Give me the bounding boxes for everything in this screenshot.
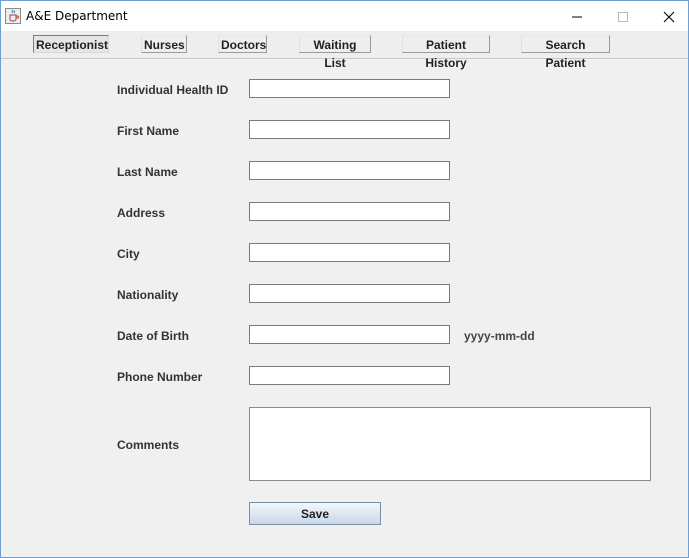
city-field[interactable] xyxy=(249,243,450,262)
minimize-icon xyxy=(572,16,582,18)
maximize-icon xyxy=(618,12,628,22)
date-of-birth-field[interactable] xyxy=(249,325,450,344)
first-name-label: First Name xyxy=(117,124,180,138)
last-name-label: Last Name xyxy=(117,165,178,179)
address-label: Address xyxy=(117,206,166,220)
first-name-field[interactable] xyxy=(249,120,450,139)
title-bar: A&E Department xyxy=(1,1,688,31)
phone-number-label: Phone Number xyxy=(117,370,203,384)
comments-textarea[interactable] xyxy=(249,407,651,481)
last-name-field[interactable] xyxy=(249,161,450,180)
comments-label: Comments xyxy=(117,438,180,452)
address-field[interactable] xyxy=(249,202,450,221)
tab-search-patient[interactable]: Search Patient xyxy=(521,35,610,70)
close-icon xyxy=(663,11,675,23)
phone-number-field[interactable] xyxy=(249,366,450,385)
date-format-hint: yyyy-mm-dd xyxy=(464,329,535,343)
individual-health-id-field[interactable] xyxy=(249,79,450,98)
nationality-field[interactable] xyxy=(249,284,450,303)
save-button[interactable]: Save xyxy=(249,502,381,525)
tab-nurses[interactable]: Nurses xyxy=(141,35,187,53)
close-button[interactable] xyxy=(646,1,689,31)
tab-waiting-list[interactable]: Waiting List xyxy=(299,35,371,70)
nationality-label: Nationality xyxy=(117,288,179,302)
tab-doctors[interactable]: Doctors xyxy=(218,35,267,53)
java-cup-icon xyxy=(5,8,21,24)
tab-bar: Receptionist Nurses Doctors Waiting List… xyxy=(1,31,688,70)
minimize-button[interactable] xyxy=(554,1,600,31)
tab-receptionist[interactable]: Receptionist xyxy=(33,35,109,53)
individual-health-id-label: Individual Health ID xyxy=(117,83,229,97)
maximize-button[interactable] xyxy=(600,1,646,31)
app-window: A&E Department Receptionist Nurses Docto… xyxy=(0,0,689,558)
window-title: A&E Department xyxy=(26,9,128,23)
city-label: City xyxy=(117,247,140,261)
tab-patient-history[interactable]: Patient History xyxy=(402,35,490,70)
date-of-birth-label: Date of Birth xyxy=(117,329,189,343)
